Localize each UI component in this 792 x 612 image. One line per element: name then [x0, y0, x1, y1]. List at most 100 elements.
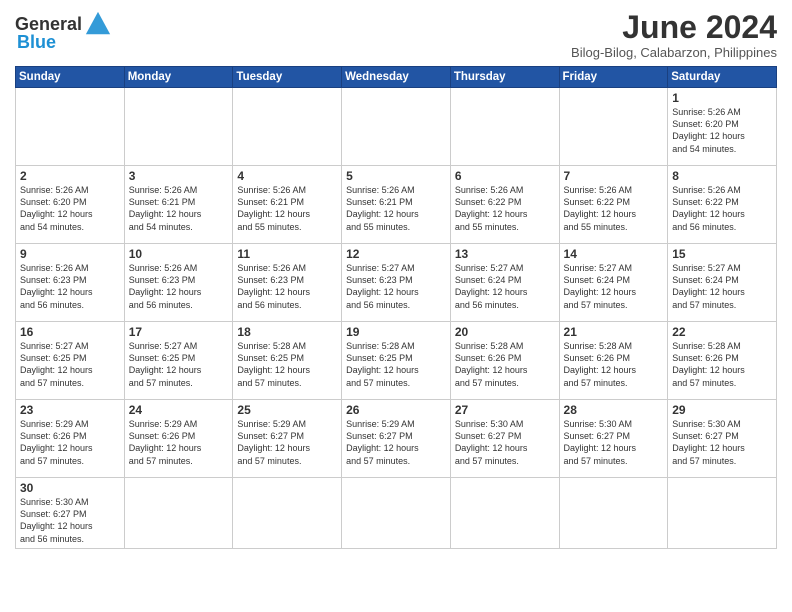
day-cell — [124, 88, 233, 166]
logo-text: General — [15, 15, 82, 33]
day-info: Sunrise: 5:26 AM Sunset: 6:22 PM Dayligh… — [672, 184, 772, 233]
day-cell — [559, 88, 668, 166]
day-info: Sunrise: 5:29 AM Sunset: 6:27 PM Dayligh… — [346, 418, 446, 467]
day-number: 19 — [346, 325, 446, 339]
day-cell: 11Sunrise: 5:26 AM Sunset: 6:23 PM Dayli… — [233, 244, 342, 322]
day-info: Sunrise: 5:30 AM Sunset: 6:27 PM Dayligh… — [564, 418, 664, 467]
day-info: Sunrise: 5:27 AM Sunset: 6:24 PM Dayligh… — [455, 262, 555, 311]
day-number: 12 — [346, 247, 446, 261]
day-number: 18 — [237, 325, 337, 339]
day-number: 23 — [20, 403, 120, 417]
col-header-monday: Monday — [124, 67, 233, 88]
day-cell — [450, 88, 559, 166]
day-info: Sunrise: 5:26 AM Sunset: 6:22 PM Dayligh… — [455, 184, 555, 233]
day-cell: 9Sunrise: 5:26 AM Sunset: 6:23 PM Daylig… — [16, 244, 125, 322]
week-row-4: 16Sunrise: 5:27 AM Sunset: 6:25 PM Dayli… — [16, 322, 777, 400]
day-cell: 20Sunrise: 5:28 AM Sunset: 6:26 PM Dayli… — [450, 322, 559, 400]
logo: General Blue — [15, 10, 112, 53]
col-header-friday: Friday — [559, 67, 668, 88]
day-cell: 30Sunrise: 5:30 AM Sunset: 6:27 PM Dayli… — [16, 478, 125, 549]
day-cell — [668, 478, 777, 549]
day-cell: 25Sunrise: 5:29 AM Sunset: 6:27 PM Dayli… — [233, 400, 342, 478]
day-cell: 1Sunrise: 5:26 AM Sunset: 6:20 PM Daylig… — [668, 88, 777, 166]
day-number: 29 — [672, 403, 772, 417]
day-info: Sunrise: 5:29 AM Sunset: 6:26 PM Dayligh… — [20, 418, 120, 467]
day-number: 4 — [237, 169, 337, 183]
col-header-tuesday: Tuesday — [233, 67, 342, 88]
day-cell: 21Sunrise: 5:28 AM Sunset: 6:26 PM Dayli… — [559, 322, 668, 400]
day-number: 22 — [672, 325, 772, 339]
day-cell — [16, 88, 125, 166]
day-number: 26 — [346, 403, 446, 417]
day-info: Sunrise: 5:30 AM Sunset: 6:27 PM Dayligh… — [455, 418, 555, 467]
day-info: Sunrise: 5:26 AM Sunset: 6:23 PM Dayligh… — [129, 262, 229, 311]
day-info: Sunrise: 5:27 AM Sunset: 6:25 PM Dayligh… — [129, 340, 229, 389]
day-number: 27 — [455, 403, 555, 417]
day-cell — [559, 478, 668, 549]
title-block: June 2024 Bilog-Bilog, Calabarzon, Phili… — [571, 10, 777, 60]
day-number: 10 — [129, 247, 229, 261]
day-cell — [233, 478, 342, 549]
location: Bilog-Bilog, Calabarzon, Philippines — [571, 45, 777, 60]
week-row-2: 2Sunrise: 5:26 AM Sunset: 6:20 PM Daylig… — [16, 166, 777, 244]
week-row-5: 23Sunrise: 5:29 AM Sunset: 6:26 PM Dayli… — [16, 400, 777, 478]
day-number: 1 — [672, 91, 772, 105]
day-cell: 16Sunrise: 5:27 AM Sunset: 6:25 PM Dayli… — [16, 322, 125, 400]
day-number: 2 — [20, 169, 120, 183]
day-info: Sunrise: 5:30 AM Sunset: 6:27 PM Dayligh… — [20, 496, 120, 545]
day-info: Sunrise: 5:26 AM Sunset: 6:23 PM Dayligh… — [237, 262, 337, 311]
day-info: Sunrise: 5:30 AM Sunset: 6:27 PM Dayligh… — [672, 418, 772, 467]
day-number: 7 — [564, 169, 664, 183]
day-info: Sunrise: 5:26 AM Sunset: 6:23 PM Dayligh… — [20, 262, 120, 311]
day-cell: 7Sunrise: 5:26 AM Sunset: 6:22 PM Daylig… — [559, 166, 668, 244]
day-number: 5 — [346, 169, 446, 183]
day-cell — [233, 88, 342, 166]
col-header-wednesday: Wednesday — [342, 67, 451, 88]
day-cell: 17Sunrise: 5:27 AM Sunset: 6:25 PM Dayli… — [124, 322, 233, 400]
week-row-6: 30Sunrise: 5:30 AM Sunset: 6:27 PM Dayli… — [16, 478, 777, 549]
day-info: Sunrise: 5:28 AM Sunset: 6:26 PM Dayligh… — [455, 340, 555, 389]
day-info: Sunrise: 5:29 AM Sunset: 6:27 PM Dayligh… — [237, 418, 337, 467]
day-cell: 10Sunrise: 5:26 AM Sunset: 6:23 PM Dayli… — [124, 244, 233, 322]
month-year: June 2024 — [571, 10, 777, 45]
day-info: Sunrise: 5:29 AM Sunset: 6:26 PM Dayligh… — [129, 418, 229, 467]
logo-blue: Blue — [17, 32, 56, 53]
day-info: Sunrise: 5:28 AM Sunset: 6:26 PM Dayligh… — [564, 340, 664, 389]
day-cell: 3Sunrise: 5:26 AM Sunset: 6:21 PM Daylig… — [124, 166, 233, 244]
day-info: Sunrise: 5:27 AM Sunset: 6:23 PM Dayligh… — [346, 262, 446, 311]
day-number: 30 — [20, 481, 120, 495]
day-info: Sunrise: 5:26 AM Sunset: 6:21 PM Dayligh… — [346, 184, 446, 233]
col-header-sunday: Sunday — [16, 67, 125, 88]
day-number: 16 — [20, 325, 120, 339]
day-cell: 24Sunrise: 5:29 AM Sunset: 6:26 PM Dayli… — [124, 400, 233, 478]
day-info: Sunrise: 5:28 AM Sunset: 6:25 PM Dayligh… — [237, 340, 337, 389]
day-number: 9 — [20, 247, 120, 261]
day-cell: 29Sunrise: 5:30 AM Sunset: 6:27 PM Dayli… — [668, 400, 777, 478]
day-cell: 13Sunrise: 5:27 AM Sunset: 6:24 PM Dayli… — [450, 244, 559, 322]
col-header-saturday: Saturday — [668, 67, 777, 88]
day-cell — [124, 478, 233, 549]
day-info: Sunrise: 5:26 AM Sunset: 6:21 PM Dayligh… — [237, 184, 337, 233]
day-cell — [450, 478, 559, 549]
day-info: Sunrise: 5:28 AM Sunset: 6:25 PM Dayligh… — [346, 340, 446, 389]
day-cell: 2Sunrise: 5:26 AM Sunset: 6:20 PM Daylig… — [16, 166, 125, 244]
day-number: 13 — [455, 247, 555, 261]
day-number: 8 — [672, 169, 772, 183]
day-number: 11 — [237, 247, 337, 261]
day-info: Sunrise: 5:27 AM Sunset: 6:24 PM Dayligh… — [564, 262, 664, 311]
day-cell: 8Sunrise: 5:26 AM Sunset: 6:22 PM Daylig… — [668, 166, 777, 244]
day-info: Sunrise: 5:27 AM Sunset: 6:25 PM Dayligh… — [20, 340, 120, 389]
day-cell: 27Sunrise: 5:30 AM Sunset: 6:27 PM Dayli… — [450, 400, 559, 478]
week-row-1: 1Sunrise: 5:26 AM Sunset: 6:20 PM Daylig… — [16, 88, 777, 166]
day-number: 14 — [564, 247, 664, 261]
day-number: 3 — [129, 169, 229, 183]
header-row: SundayMondayTuesdayWednesdayThursdayFrid… — [16, 67, 777, 88]
day-info: Sunrise: 5:27 AM Sunset: 6:24 PM Dayligh… — [672, 262, 772, 311]
day-cell: 12Sunrise: 5:27 AM Sunset: 6:23 PM Dayli… — [342, 244, 451, 322]
day-cell: 19Sunrise: 5:28 AM Sunset: 6:25 PM Dayli… — [342, 322, 451, 400]
day-cell: 23Sunrise: 5:29 AM Sunset: 6:26 PM Dayli… — [16, 400, 125, 478]
day-number: 21 — [564, 325, 664, 339]
header: General Blue June 2024 Bilog-Bilog, Cala… — [15, 10, 777, 60]
col-header-thursday: Thursday — [450, 67, 559, 88]
day-cell: 22Sunrise: 5:28 AM Sunset: 6:26 PM Dayli… — [668, 322, 777, 400]
